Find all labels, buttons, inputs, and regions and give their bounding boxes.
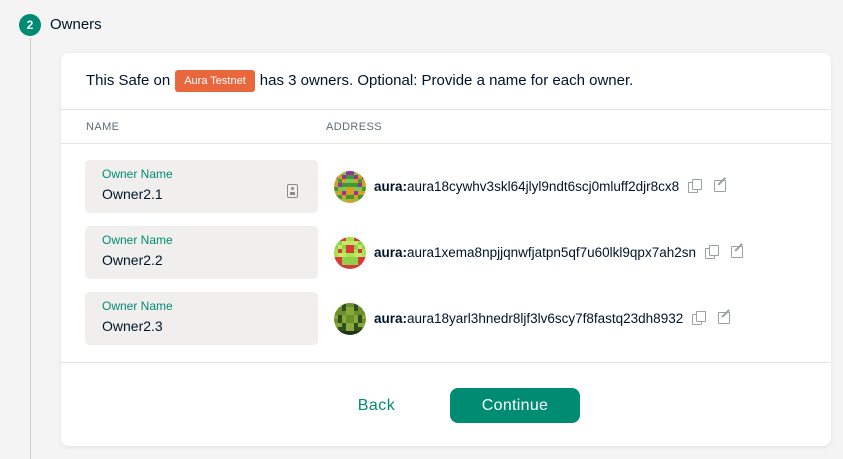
owner-name-input-3[interactable]: Owner Name Owner2.3 — [85, 292, 318, 345]
external-link-icon[interactable] — [730, 245, 745, 259]
identicon-pixel — [362, 303, 366, 307]
intro-text: This Safe on Aura Testnet has 3 owners. Op… — [86, 68, 633, 94]
step-number-badge: 2 — [19, 14, 41, 36]
column-header-address: ADDRESS — [326, 121, 382, 133]
continue-button[interactable]: Continue — [450, 388, 580, 423]
back-button[interactable]: Back — [346, 389, 407, 423]
owners-step-page: 2 Owners This Safe on Aura Testnet has 3 o… — [0, 0, 843, 459]
copy-icon[interactable] — [688, 179, 703, 193]
identicon-pixel — [358, 265, 362, 269]
column-header-name: NAME — [86, 121, 120, 133]
identicon-pixel — [334, 303, 338, 307]
identicon-pixel — [362, 327, 366, 331]
network-badge: Aura Testnet — [175, 70, 255, 92]
address-value: aura1xema8npjjqnwfjatpn5qf7u60lkl9qpx7ah… — [407, 245, 696, 260]
copy-icon[interactable] — [692, 311, 707, 325]
stepper-line — [30, 38, 31, 459]
address-prefix: aura: — [374, 245, 408, 260]
owner-name-value: Owner2.2 — [102, 252, 163, 268]
identicon-pixel — [334, 171, 338, 175]
address-value: aura18cywhv3skl64jlyl9ndt6scj0mluff2djr8… — [407, 179, 680, 194]
owners-card: This Safe on Aura Testnet has 3 owners. Op… — [61, 53, 831, 446]
address-prefix: aura: — [374, 311, 408, 326]
owner-identicon-3 — [334, 303, 366, 335]
owner-name-input-2[interactable]: Owner Name Owner2.2 — [85, 226, 318, 279]
identicon-pixel — [362, 331, 366, 335]
address-book-icon[interactable] — [287, 184, 298, 198]
step-title: Owners — [50, 16, 102, 33]
owner-address-1: aura:aura18cywhv3skl64jlyl9ndt6scj0mluff… — [374, 177, 728, 197]
address-value: aura18yarl3hnedr8ljf3lv6scy7f8fastq23dh8… — [407, 311, 684, 326]
owner-name-value: Owner2.3 — [102, 318, 163, 334]
identicon-pixel — [362, 265, 366, 269]
address-prefix: aura: — [374, 179, 408, 194]
identicon-pixel — [362, 195, 366, 199]
external-link-icon[interactable] — [714, 179, 728, 193]
identicon-pixel — [334, 199, 338, 203]
external-link-icon[interactable] — [718, 311, 732, 325]
identicon-pixel — [358, 331, 362, 335]
identicon-pixel — [362, 261, 366, 265]
owner-identicon-2 — [334, 237, 366, 269]
header-divider — [61, 109, 831, 110]
owner-name-value: Owner2.1 — [102, 186, 163, 202]
identicon-pixel — [362, 199, 366, 203]
owner-name-label: Owner Name — [102, 167, 173, 181]
owner-name-label: Owner Name — [102, 233, 173, 247]
owner-address-2: aura:aura1xema8npjjqnwfjatpn5qf7u60lkl9q… — [374, 243, 745, 263]
identicon-pixel — [362, 237, 366, 241]
owner-address-3: aura:aura18yarl3hnedr8ljf3lv6scy7f8fastq… — [374, 309, 732, 329]
intro-after: has 3 owners. Optional: Provide a name f… — [259, 72, 634, 89]
identicon-pixel — [358, 199, 362, 203]
columns-divider — [61, 143, 831, 144]
identicon-pixel — [334, 237, 338, 241]
identicon-pixel — [362, 171, 366, 175]
owner-name-input-1[interactable]: Owner Name Owner2.1 — [85, 160, 318, 213]
owner-name-label: Owner Name — [102, 299, 173, 313]
footer-divider — [61, 362, 831, 363]
intro-before: This Safe on — [86, 72, 171, 89]
owner-identicon-1 — [334, 171, 366, 203]
copy-icon[interactable] — [704, 245, 719, 259]
identicon-pixel — [334, 331, 338, 335]
identicon-pixel — [334, 265, 338, 269]
